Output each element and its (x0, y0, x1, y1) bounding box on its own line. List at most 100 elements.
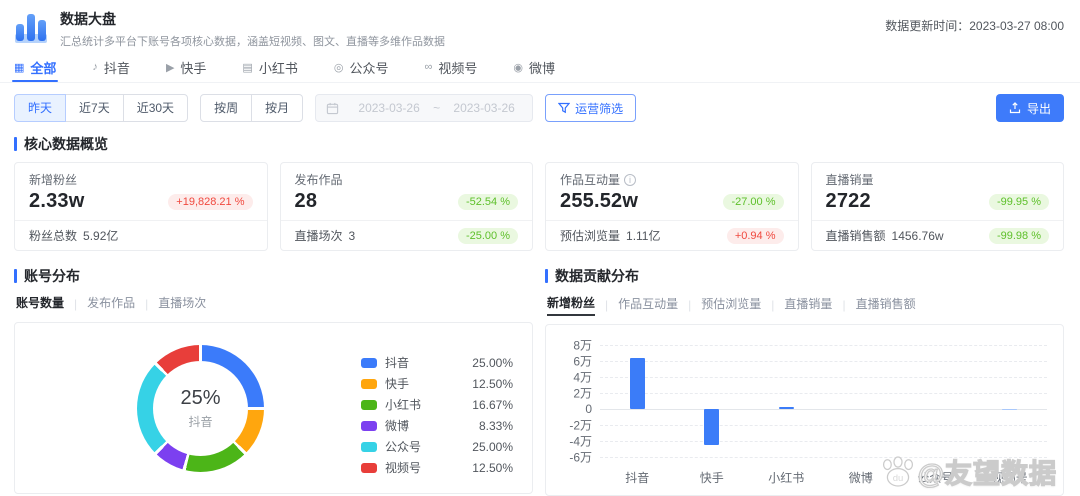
quick-filter-button[interactable]: 近30天 (122, 94, 189, 122)
tab-label: 公众号 (349, 60, 389, 76)
x-axis-label: 微博 (848, 471, 873, 485)
stat-card-label: 新增粉丝 (29, 171, 253, 188)
stat-card-top: 作品互动量 255.52w -27.00 % (546, 163, 798, 220)
subtab[interactable]: 新增粉丝 (547, 294, 596, 316)
tab-gongzhonghao[interactable]: ◎ 公众号 (334, 52, 389, 82)
legend-color-chip (361, 378, 377, 389)
period-filter-button[interactable]: 按周 (200, 94, 253, 122)
subtab[interactable]: 发布作品 (87, 294, 135, 314)
legend-label: 快手 (385, 377, 410, 391)
date-start: 2023-03-26 (358, 101, 420, 115)
subtab[interactable]: 直播销量 (784, 295, 832, 315)
legend-color-chip (361, 357, 377, 368)
tab-label: 快手 (180, 60, 207, 76)
tab-shipinhao[interactable]: ∞ 视频号 (424, 52, 477, 82)
stat-card-footer: 预估浏览量 1.11亿 +0.94 % (546, 220, 798, 250)
date-quick-group: 昨天 近7天 近30天 (14, 94, 189, 122)
stat-footer-badge: -99.98 % (988, 227, 1049, 244)
legend-item[interactable]: 小红书 16.67% (361, 394, 513, 415)
stat-value: 2722 (825, 190, 871, 212)
tab-all[interactable]: ▦ 全部 (11, 52, 59, 82)
accent-bar (14, 137, 17, 151)
subtab[interactable]: 作品互动量 (618, 295, 678, 315)
accent-bar (14, 269, 17, 283)
stat-label-text: 直播销量 (825, 173, 874, 187)
platform-tabs: ▦ 全部 ♪ 抖音 ▶ 快手 ▤ 小红书 ◎ 公众号 ∞ 视频号 ◉ 微博 (0, 52, 1080, 83)
stat-card-top: 新增粉丝 2.33w +19,828.21 % (15, 163, 267, 220)
stat-card: 直播销量 2722 -99.95 % 直播销售额 1456.76w -99.98 % (810, 162, 1064, 251)
export-label: 导出 (1026, 101, 1051, 116)
overview-section-title: 核心数据概览 (0, 131, 1080, 162)
donut-center-value: 25% (180, 387, 221, 409)
gongzhonghao-icon: ◎ (333, 61, 344, 74)
legend-value: 25.00% (472, 355, 513, 370)
gridline (600, 345, 1047, 347)
ops-filter-button[interactable]: 运营筛选 (545, 94, 637, 122)
donut-chart: 25% 抖音 (137, 345, 264, 472)
quick-filter-button[interactable]: 昨天 (14, 94, 67, 122)
data-update-time: 数据更新时间：2023-03-27 08:00 (885, 19, 1064, 33)
accent-bar (545, 269, 548, 283)
stat-footer-label: 直播场次 (294, 229, 343, 243)
legend-item[interactable]: 抖音 25.00% (361, 352, 513, 373)
stat-card-footer: 粉丝总数 5.92亿 (15, 220, 267, 250)
legend-item[interactable]: 快手 12.50% (361, 373, 513, 394)
donut-chart-card: 25% 抖音 抖音 25.00% 快手 12.50% 小红书 16.67% 微博 8.33% 公… (14, 322, 533, 494)
subtab-separator: | (842, 298, 846, 312)
date-range-input[interactable]: 2023-03-26 ~ 2023-03-26 (315, 94, 534, 122)
subtab-separator: | (688, 298, 692, 312)
stat-change-badge: -27.00 % (723, 193, 784, 210)
weibo-icon: ◉ (513, 61, 523, 74)
subtab-separator: | (771, 298, 775, 312)
period-filter-button[interactable]: 按月 (251, 94, 304, 122)
legend-item[interactable]: 公众号 25.00% (361, 436, 513, 457)
tab-xiaohongshu[interactable]: ▤ 小红书 (242, 52, 297, 82)
stat-card-top: 直播销量 2722 -99.95 % (812, 163, 1064, 220)
stat-card-top: 发布作品 28 -52.54 % (281, 163, 533, 220)
tab-kuaishou[interactable]: ▶ 快手 (166, 52, 206, 82)
stat-card: 新增粉丝 2.33w +19,828.21 % 粉丝总数 5.92亿 (14, 162, 268, 251)
legend-color-chip (361, 399, 377, 410)
y-axis-label: 6万 (573, 354, 592, 369)
stat-change-badge: -99.95 % (988, 193, 1049, 210)
ops-filter-label: 运营筛选 (575, 101, 624, 116)
tab-label: 微博 (528, 60, 555, 76)
quick-filter-button[interactable]: 近7天 (65, 94, 124, 122)
y-axis-label: 2万 (573, 386, 592, 401)
subtab[interactable]: 预估浏览量 (701, 295, 761, 315)
funnel-icon (558, 102, 571, 114)
bar-抖音 (629, 358, 645, 409)
stat-label-text: 作品互动量 (560, 173, 621, 187)
stat-label-text: 发布作品 (294, 173, 343, 187)
x-axis-label: 小红书 (768, 471, 805, 485)
stat-footer-value: 3 (348, 228, 356, 243)
subtab[interactable]: 直播场次 (158, 294, 206, 314)
y-axis-label: 8万 (573, 338, 592, 353)
donut-center: 25% 抖音 (153, 361, 248, 456)
subtab[interactable]: 账号数量 (16, 294, 64, 314)
export-button[interactable]: 导出 (995, 94, 1064, 122)
stat-card-footer: 直播场次 3 -25.00 % (280, 220, 532, 250)
tab-label: 全部 (30, 60, 57, 76)
tab-label: 抖音 (103, 60, 130, 76)
tab-douyin[interactable]: ♪ 抖音 (92, 52, 130, 82)
gridline (600, 393, 1047, 395)
legend-item[interactable]: 微博 8.33% (361, 415, 513, 436)
gridline (600, 424, 1047, 426)
legend-label: 公众号 (385, 440, 422, 454)
calendar-icon (326, 102, 339, 115)
y-axis-label: 0 (585, 401, 592, 416)
contribution-title: 数据贡献分布 (545, 263, 1064, 294)
stat-card: 作品互动量 255.52w -27.00 % 预估浏览量 1.11亿 +0.94 % (545, 162, 799, 251)
douyin-icon: ♪ (92, 61, 98, 73)
subtab[interactable]: 直播销售额 (856, 295, 916, 315)
x-axis-label: 视频号 (991, 471, 1028, 485)
chart-legend: 抖音 25.00% 快手 12.50% 小红书 16.67% 微博 8.33% 公众号 25.00… (361, 352, 513, 478)
y-axis-label: 4万 (573, 370, 592, 385)
filter-toolbar: 昨天 近7天 近30天 按周 按月 2023-03-26 ~ 2023-03-26 运… (0, 83, 1080, 131)
legend-color-chip (361, 441, 377, 452)
legend-value: 8.33% (478, 418, 513, 433)
account-dist-subtabs: 账号数量 | 发布作品 | 直播场次 (16, 294, 533, 314)
tab-weibo[interactable]: ◉ 微博 (513, 52, 555, 82)
stat-card-label: 作品互动量 (560, 171, 784, 188)
